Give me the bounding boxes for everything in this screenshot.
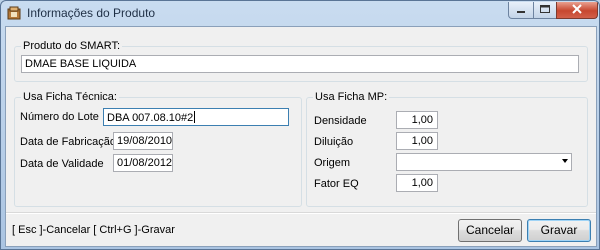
diluicao-label: Diluição xyxy=(314,136,354,148)
origem-label: Origem xyxy=(314,157,351,169)
ficha-tecnica-group-label: Usa Ficha Técnica: xyxy=(21,91,119,103)
cancel-button[interactable]: Cancelar xyxy=(458,219,522,242)
produto-group: Produto do SMART: DMAE BASE LIQUIDA xyxy=(14,40,588,82)
origem-dropdown[interactable] xyxy=(396,153,572,171)
minimize-button[interactable] xyxy=(508,2,534,19)
produto-group-label: Produto do SMART: xyxy=(21,40,123,52)
chevron-down-icon[interactable] xyxy=(562,159,568,163)
ficha-mp-group-label: Usa Ficha MP: xyxy=(313,91,390,103)
close-button[interactable] xyxy=(556,2,598,19)
data-fabricacao-field[interactable]: 19/08/2010 xyxy=(113,132,173,150)
text-caret xyxy=(194,111,196,123)
product-box-icon xyxy=(7,6,21,20)
ficha-tecnica-group: Usa Ficha Técnica: Número do Lote DBA 00… xyxy=(14,91,302,207)
maximize-icon xyxy=(540,5,550,13)
dialog-body: Produto do SMART: DMAE BASE LIQUIDA Usa … xyxy=(5,26,597,247)
fator-eq-field[interactable]: 1,00 xyxy=(396,174,438,192)
data-validade-field[interactable]: 01/08/2012 xyxy=(113,154,173,172)
dialog-window: Informações do Produto Produto do SMART:… xyxy=(0,0,600,250)
densidade-label: Densidade xyxy=(314,115,367,127)
minimize-icon xyxy=(517,11,525,13)
densidade-field[interactable]: 1,00 xyxy=(396,111,438,129)
close-icon xyxy=(572,4,582,14)
data-validade-label: Data de Validade xyxy=(20,158,104,170)
title-bar[interactable]: Informações do Produto xyxy=(1,1,599,26)
maximize-button[interactable] xyxy=(533,2,557,19)
save-button[interactable]: Gravar xyxy=(527,219,591,242)
ficha-mp-group: Usa Ficha MP: Densidade 1,00 Diluição 1,… xyxy=(306,91,588,207)
window-title: Informações do Produto xyxy=(27,6,156,20)
data-fabricacao-label: Data de Fabricação xyxy=(20,136,116,148)
produto-field[interactable]: DMAE BASE LIQUIDA xyxy=(21,55,579,73)
diluicao-field[interactable]: 1,00 xyxy=(396,132,438,150)
footer-divider xyxy=(6,212,596,214)
fator-eq-label: Fator EQ xyxy=(314,178,359,190)
numero-lote-field[interactable]: DBA 007.08.10#2 xyxy=(103,108,289,126)
keyboard-shortcuts-hint: [ Esc ]-Cancelar [ Ctrl+G ]-Gravar xyxy=(12,224,175,236)
numero-lote-value: DBA 007.08.10#2 xyxy=(107,112,194,124)
numero-lote-label: Número do Lote xyxy=(20,111,99,123)
